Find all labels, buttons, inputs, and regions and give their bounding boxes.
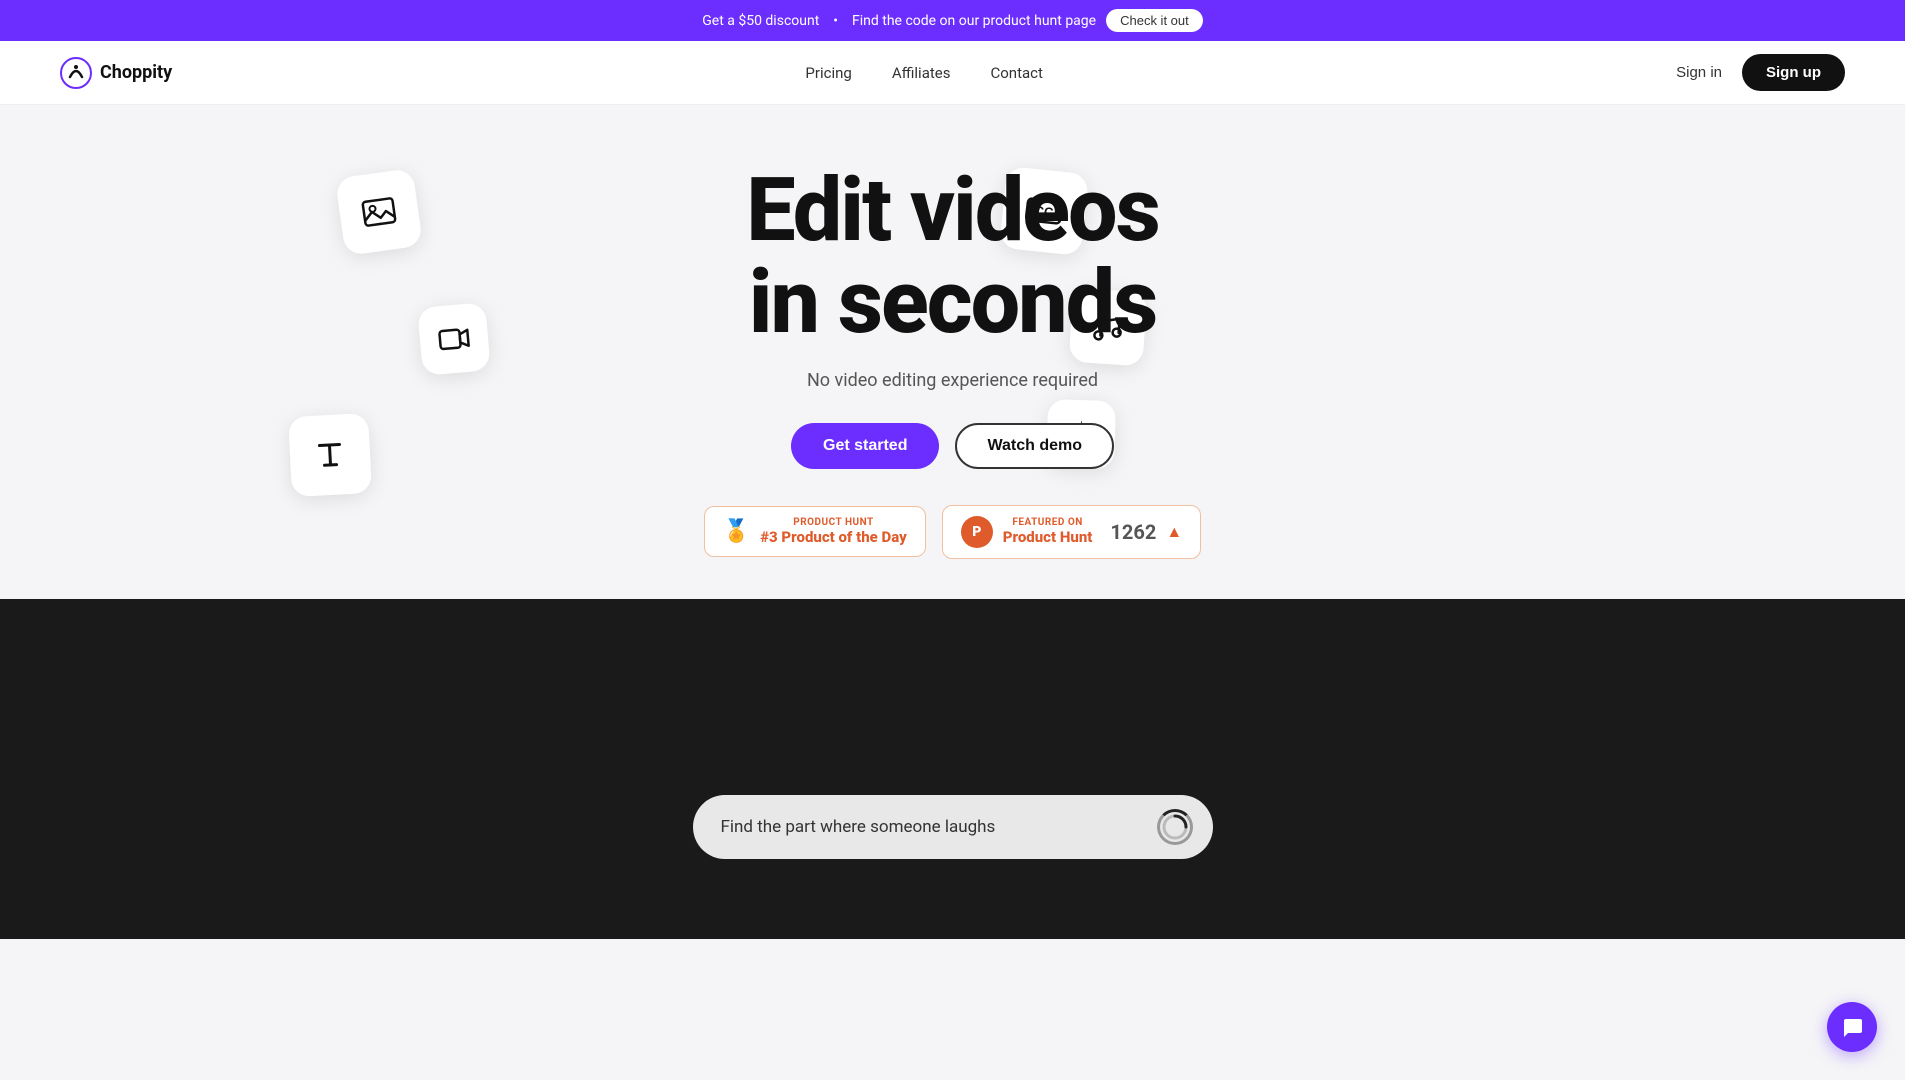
- text-icon: [309, 434, 351, 476]
- medal-icon: 🏅: [723, 519, 750, 544]
- promo-banner: Get a $50 discount • Find the code on ou…: [0, 0, 1905, 41]
- featured-on-ph-badge[interactable]: P FEATURED ON Product Hunt 1262 ▲: [942, 505, 1201, 559]
- hero-content: Edit videos in seconds No video editing …: [704, 165, 1201, 559]
- hero-section: CC Edit videos in seconds No video editi…: [0, 105, 1905, 599]
- nav-links: Pricing Affiliates Contact: [805, 64, 1043, 82]
- sign-up-button[interactable]: Sign up: [1742, 54, 1845, 91]
- get-started-button[interactable]: Get started: [791, 423, 939, 469]
- video-icon: [436, 321, 473, 358]
- sign-in-button[interactable]: Sign in: [1676, 64, 1722, 81]
- nav-affiliates[interactable]: Affiliates: [892, 64, 951, 82]
- floating-card-text: [288, 413, 372, 497]
- hero-title: Edit videos in seconds: [704, 165, 1201, 350]
- demo-section: Find the part where someone laughs: [0, 599, 1905, 939]
- ph-logo-icon: P: [961, 516, 993, 548]
- nav-actions: Sign in Sign up: [1676, 54, 1845, 91]
- nav-pricing[interactable]: Pricing: [805, 64, 851, 82]
- floating-card-image: [335, 168, 423, 256]
- logo[interactable]: Choppity: [60, 57, 172, 89]
- discount-text: Get a $50 discount: [702, 13, 819, 29]
- hero-buttons: Get started Watch demo: [704, 423, 1201, 469]
- badge1-text: PRODUCT HUNT #3 Product of the Day: [760, 517, 907, 546]
- search-bar-demo[interactable]: Find the part where someone laughs: [693, 795, 1213, 859]
- bullet-separator: •: [833, 13, 838, 29]
- badge2-text: FEATURED ON Product Hunt: [1003, 517, 1093, 546]
- image-icon: [358, 191, 401, 234]
- badges: 🏅 PRODUCT HUNT #3 Product of the Day P F…: [704, 505, 1201, 559]
- logo-text: Choppity: [100, 62, 172, 83]
- nav-contact[interactable]: Contact: [990, 64, 1042, 82]
- chat-icon: [1840, 1015, 1864, 1039]
- watch-demo-button[interactable]: Watch demo: [955, 423, 1114, 469]
- ph-upvote-icon: ▲: [1166, 522, 1182, 542]
- check-it-out-button[interactable]: Check it out: [1106, 9, 1203, 32]
- floating-card-video: [417, 302, 491, 376]
- logo-icon: [60, 57, 92, 89]
- chat-button[interactable]: [1827, 1002, 1877, 1052]
- navbar: Choppity Pricing Affiliates Contact Sign…: [0, 41, 1905, 105]
- hero-subtitle: No video editing experience required: [704, 370, 1201, 391]
- search-spinner-icon: [1157, 809, 1193, 845]
- search-bar-text: Find the part where someone laughs: [721, 817, 1145, 837]
- ph-count: 1262: [1110, 520, 1156, 544]
- product-of-day-badge[interactable]: 🏅 PRODUCT HUNT #3 Product of the Day: [704, 506, 926, 557]
- find-code-text: Find the code on our product hunt page: [852, 13, 1096, 29]
